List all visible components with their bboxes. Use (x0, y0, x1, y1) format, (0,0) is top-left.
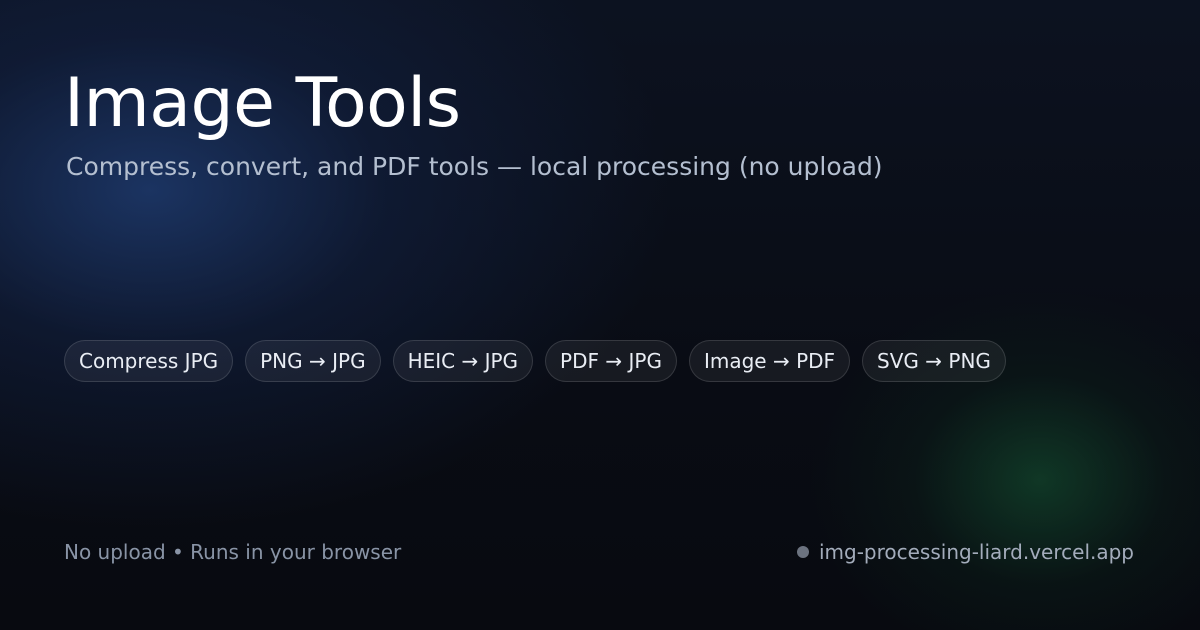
site-url: img-processing-liard.vercel.app (818, 540, 1134, 564)
page-title: Image Tools (64, 64, 461, 143)
tool-chip-list: Compress JPG PNG → JPG HEIC → JPG PDF → … (64, 340, 1006, 382)
chip-svg-to-png[interactable]: SVG → PNG (862, 340, 1006, 382)
status-dot-icon (796, 546, 809, 558)
hero: Image Tools Compress, convert, and PDF t… (64, 62, 883, 184)
chip-heic-to-jpg[interactable]: HEIC → JPG (392, 340, 534, 382)
chip-pdf-to-jpg[interactable]: PDF → JPG (545, 340, 677, 382)
chip-image-to-pdf[interactable]: Image → PDF (688, 340, 851, 382)
chip-png-to-jpg[interactable]: PNG → JPG (245, 340, 381, 382)
footer-tagline: No upload • Runs in your browser (64, 540, 402, 564)
chip-compress-jpg[interactable]: Compress JPG (64, 340, 234, 382)
footer-site: img-processing-liard.vercel.app (796, 538, 1134, 566)
page-subtitle: Compress, convert, and PDF tools — local… (66, 152, 883, 181)
